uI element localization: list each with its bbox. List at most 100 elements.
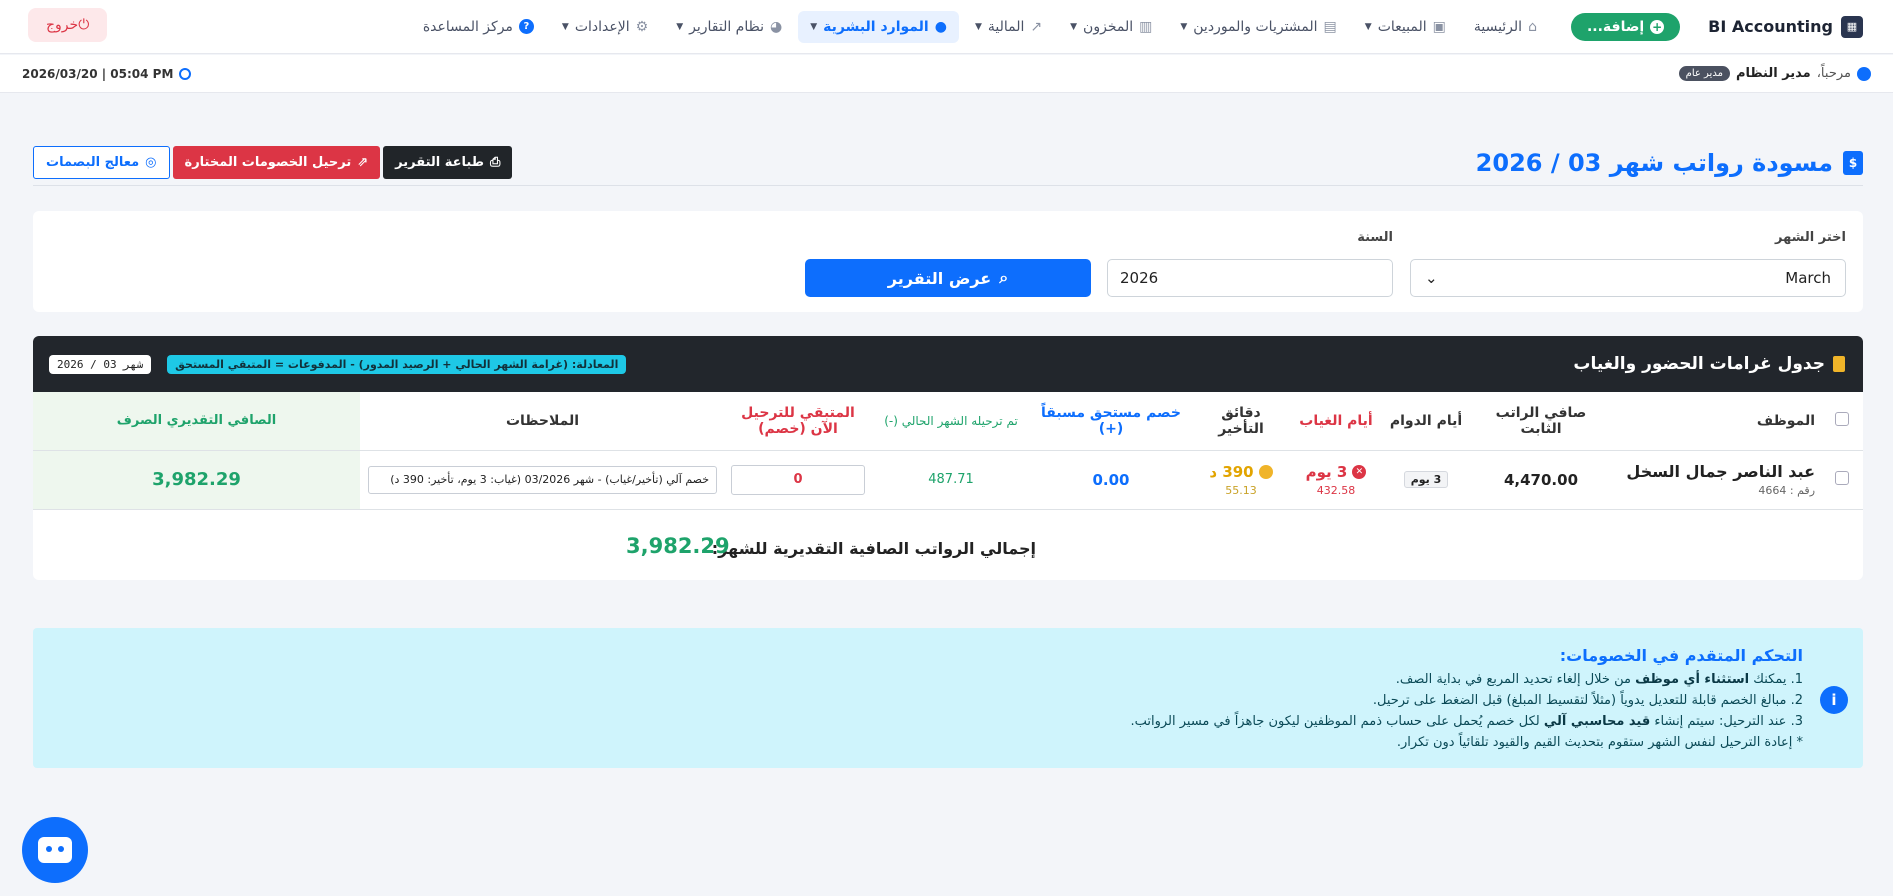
- info-bold: استثناء أي موظف: [1635, 672, 1750, 687]
- add-new-button[interactable]: + إضافة...: [1570, 12, 1681, 41]
- year-input[interactable]: 2026: [1107, 259, 1393, 297]
- chart-line-icon: ↗: [1030, 18, 1043, 35]
- header-absent-days: أيام الغياب: [1291, 392, 1381, 451]
- absent-days: ✕ 3 يوم: [1297, 463, 1375, 481]
- employee-name: عبد الناصر جمال السخل: [1626, 462, 1815, 481]
- employee-cell: عبد الناصر جمال السخل رقم : 4664: [1611, 450, 1821, 510]
- printer-icon: ⎙: [489, 155, 501, 170]
- home-icon: ⌂: [1528, 18, 1537, 35]
- user-circle-icon: [1857, 66, 1871, 81]
- pie-chart-icon: ◕: [769, 18, 783, 35]
- select-all-checkbox[interactable]: [1835, 411, 1849, 426]
- users-icon: ●: [934, 18, 947, 35]
- table-title-text: جدول غرامات الحضور والغياب: [1573, 354, 1825, 374]
- user-subbar: مرحباً، مدير النظام مدير عام 2026/03/20 …: [0, 55, 1893, 93]
- power-icon: ⏻: [78, 17, 90, 33]
- post-label: ترحيل الخصومات المختارة: [184, 155, 352, 170]
- info-line-2: 2. مبالغ الخصم قابلة للتعديل يدوياً (مثل…: [1372, 693, 1803, 708]
- info-line-4: * إعادة الترحيل لنفس الشهر ستقوم بتحديث …: [1396, 735, 1803, 750]
- page-header: $ مسودة رواتب شهر 03 / 2026 ⎙ طباعة التق…: [33, 140, 1863, 186]
- info-line-3: 3. عند الترحيل: سيتم إنشاء قيد محاسبي آل…: [33, 711, 1803, 732]
- header-prepaid: خصم مستحق مسبقاً (+): [1031, 392, 1191, 451]
- work-days-cell: 3 يوم: [1381, 450, 1471, 510]
- nav-item-inventory[interactable]: ▥ المخزون ▼: [1058, 11, 1164, 43]
- info-bold: قيد محاسبي آلي: [1543, 714, 1651, 729]
- boxes-icon: ▥: [1139, 18, 1153, 35]
- nav-item-sales[interactable]: ▣ المبيعات ▼: [1353, 11, 1458, 43]
- employee-id-label: رقم :: [1789, 484, 1815, 497]
- nav-item-reports[interactable]: ◕ نظام التقارير ▼: [664, 11, 794, 43]
- header-employee: الموظف: [1611, 392, 1821, 451]
- page-title-text: مسودة رواتب شهر 03 / 2026: [1475, 148, 1833, 177]
- absent-amount: 432.58: [1316, 483, 1356, 497]
- print-label: طباعة التقرير: [395, 155, 484, 170]
- brand[interactable]: ▦ BI Accounting: [1708, 15, 1863, 38]
- nav-label: مركز المساعدة: [422, 18, 513, 35]
- filter-card: اختر الشهر ⌄ March السنة 2026 ⌕ عرض التق…: [33, 211, 1863, 312]
- fingerprint-processor-button[interactable]: ◎ معالج البصمات: [33, 146, 170, 179]
- logout-label: خروج: [46, 17, 79, 33]
- logout-button[interactable]: ⏻خروج: [28, 8, 108, 42]
- user-name: مدير النظام: [1735, 66, 1811, 81]
- year-label: السنة: [1357, 230, 1393, 245]
- formula-badge: المعادلة: (غرامة الشهر الحالي + الرصيد ا…: [167, 354, 627, 374]
- table-row: عبد الناصر جمال السخل رقم : 4664 4,470.0…: [33, 450, 1863, 510]
- invoice-dollar-icon: $: [1843, 150, 1863, 175]
- late-cell: 390 د 55.13: [1191, 450, 1291, 510]
- table-card-header: جدول غرامات الحضور والغياب المعادلة: (غر…: [33, 336, 1863, 392]
- month-label: اختر الشهر: [1775, 230, 1846, 245]
- caret-down-icon: ▼: [676, 21, 684, 32]
- chevron-down-icon: ⌄: [1425, 269, 1438, 287]
- post-deductions-button[interactable]: ⇗ ترحيل الخصومات المختارة: [172, 146, 381, 179]
- net-cell: 3,982.29: [33, 450, 360, 510]
- absent-days-value: 3 يوم: [1305, 462, 1348, 481]
- header-salary: صافي الراتب الثابت: [1471, 392, 1611, 451]
- notes-cell: خصم آلي (تأخير/غياب) - شهر 03/2026 (غياب…: [360, 450, 725, 510]
- nav-item-home[interactable]: ⌂ الرئيسية: [1462, 11, 1549, 43]
- month-badge: شهر 03 / 2026: [49, 354, 152, 374]
- brand-logo-icon: ▦: [1841, 15, 1863, 38]
- caret-down-icon: ▼: [561, 21, 569, 32]
- page-actions: ⎙ طباعة التقرير ⇗ ترحيل الخصومات المختار…: [33, 146, 513, 179]
- fingerprint-label: معالج البصمات: [46, 155, 140, 170]
- row-checkbox[interactable]: [1835, 470, 1849, 485]
- employee-id: رقم : 4664: [1617, 484, 1815, 497]
- header-posted: تم ترحيله الشهر الحالي (-): [871, 392, 1031, 451]
- notes-input[interactable]: خصم آلي (تأخير/غياب) - شهر 03/2026 (غياب…: [368, 465, 717, 494]
- nav-item-hr[interactable]: ● الموارد البشرية ▼: [798, 10, 959, 43]
- gear-icon: ⚙: [635, 18, 649, 35]
- late-minutes: 390 د: [1197, 463, 1285, 481]
- print-report-button[interactable]: ⎙ طباعة التقرير: [383, 146, 513, 179]
- month-select[interactable]: ⌄ March: [1410, 259, 1846, 297]
- caret-down-icon: ▼: [1180, 21, 1188, 32]
- info-title: التحكم المتقدم في الخصومات:: [1559, 646, 1803, 665]
- nav-item-finance[interactable]: ↗ المالية ▼: [963, 11, 1054, 43]
- remaining-input[interactable]: 0: [731, 464, 865, 495]
- chatbot-button[interactable]: [22, 817, 88, 883]
- caret-down-icon: ▼: [810, 21, 818, 32]
- salary-cell: 4,470.00: [1471, 450, 1611, 510]
- bag-icon: ▣: [1432, 18, 1446, 35]
- nav-item-purchases[interactable]: ▤ المشتريات والموردين ▼: [1168, 11, 1348, 43]
- total-value: 3,982.29: [626, 534, 730, 558]
- info-panel: i التحكم المتقدم في الخصومات: 1. يمكنك ا…: [33, 628, 1863, 768]
- x-circle-icon: ✕: [1352, 464, 1367, 479]
- brand-name: BI Accounting: [1708, 17, 1833, 36]
- show-report-label: عرض التقرير: [887, 268, 992, 288]
- caret-down-icon: ▼: [1364, 21, 1372, 32]
- table-badges: المعادلة: (غرامة الشهر الحالي + الرصيد ا…: [49, 354, 627, 374]
- attendance-penalties-card: جدول غرامات الحضور والغياب المعادلة: (غر…: [33, 336, 1863, 580]
- show-report-button[interactable]: ⌕ عرض التقرير: [805, 259, 1091, 297]
- prepaid-cell: 0.00: [1031, 450, 1191, 510]
- nav-label: المبيعات: [1377, 18, 1427, 35]
- role-badge: مدير عام: [1678, 66, 1730, 81]
- header-net: الصافي التقديري الصرف: [33, 392, 360, 451]
- posted-cell: 487.71: [871, 450, 1031, 510]
- select-all-header: [1821, 392, 1863, 451]
- caret-down-icon: ▼: [1070, 21, 1078, 32]
- datetime-text: 2026/03/20 | 05:04 PM: [22, 66, 174, 81]
- header-late-minutes: دقائق التأخير: [1191, 392, 1291, 451]
- nav-item-help[interactable]: ? مركز المساعدة: [411, 11, 546, 43]
- calculator-icon: [1833, 356, 1845, 372]
- nav-item-settings[interactable]: ⚙ الإعدادات ▼: [550, 11, 660, 43]
